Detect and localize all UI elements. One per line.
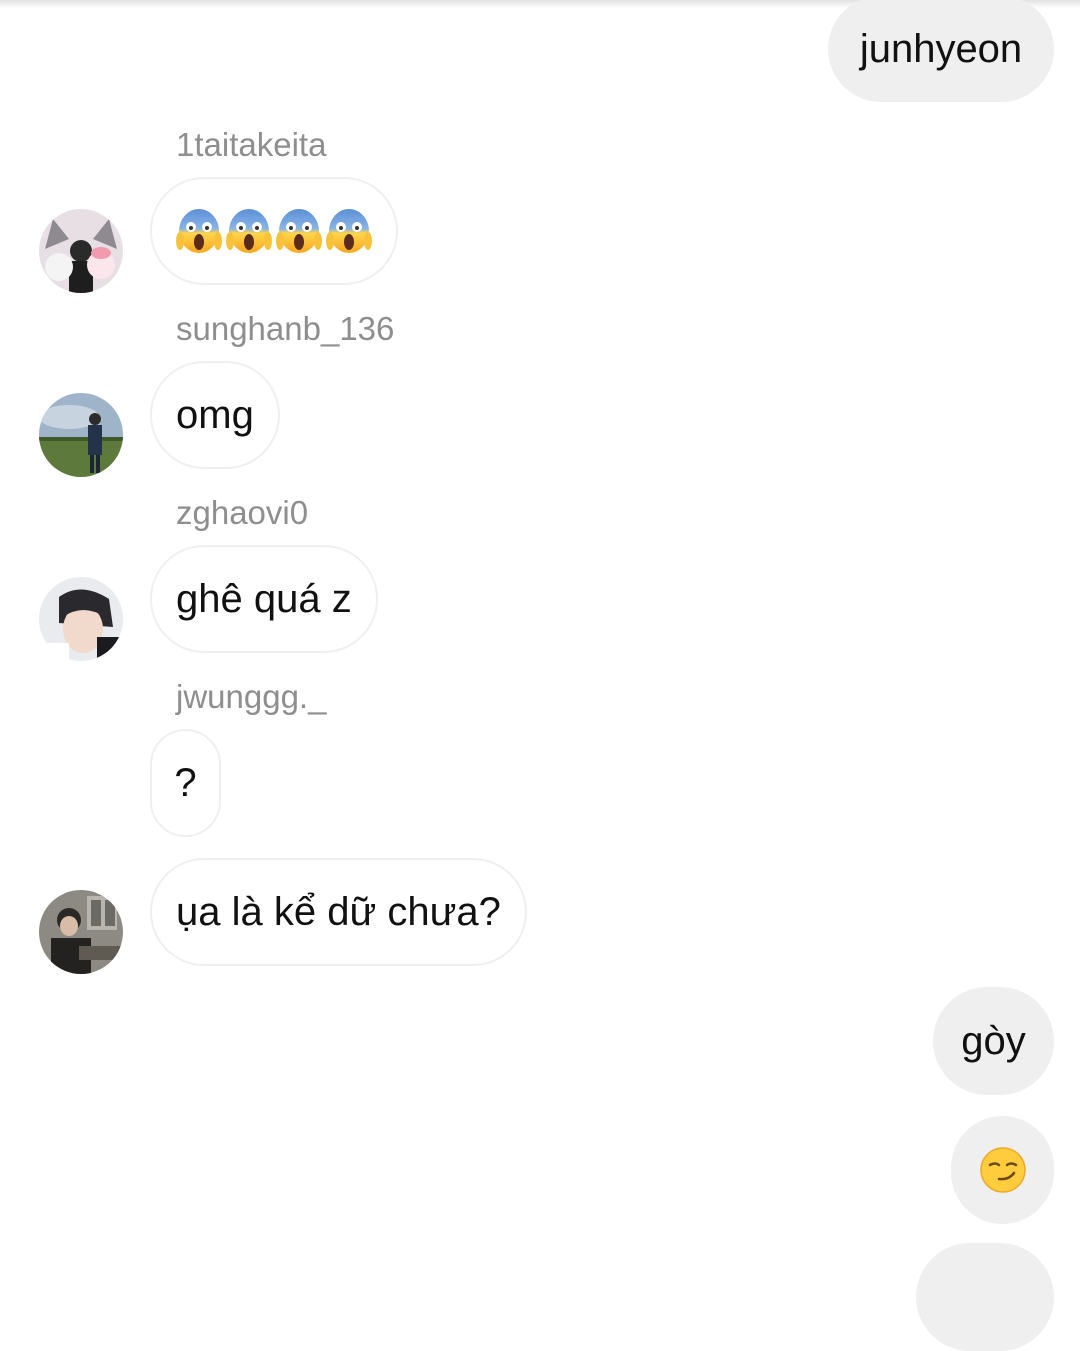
sender-name: zghaovi0 xyxy=(176,494,309,531)
face-screaming-in-fear-icon xyxy=(176,207,222,255)
incoming-message-bubble[interactable] xyxy=(150,177,398,285)
sender-name: 1taitakeita xyxy=(176,126,327,163)
avatar[interactable] xyxy=(39,577,123,661)
message-text: gòy xyxy=(961,1018,1026,1063)
incoming-message-bubble[interactable]: ghê quá z xyxy=(150,545,378,653)
outgoing-message-bubble[interactable]: gòy xyxy=(933,987,1054,1095)
sender-name: sunghanb_136 xyxy=(176,310,395,347)
incoming-message-bubble[interactable]: omg xyxy=(150,361,280,469)
emoji-message xyxy=(979,1146,1027,1194)
incoming-message-bubble[interactable]: ? xyxy=(150,729,221,837)
outgoing-message-bubble-partial[interactable] xyxy=(916,1243,1054,1351)
smirking-face-icon xyxy=(979,1146,1027,1194)
message-text: ? xyxy=(174,760,197,805)
face-screaming-in-fear-icon xyxy=(326,207,372,255)
message-text: omg xyxy=(176,392,254,437)
incoming-message-bubble[interactable]: ụa là kể dữ chưa? xyxy=(150,858,527,966)
message-text: junhyeon xyxy=(859,26,1023,71)
emoji-message xyxy=(176,207,372,255)
face-screaming-in-fear-icon xyxy=(226,207,272,255)
avatar[interactable] xyxy=(39,890,123,974)
message-thread[interactable]: junhyeon 1taitakeita sunghanb_136 omg zg… xyxy=(0,0,1080,1351)
message-text: ụa là kể dữ chưa? xyxy=(176,889,501,934)
avatar[interactable] xyxy=(39,393,123,477)
message-text: ghê quá z xyxy=(176,576,352,621)
face-screaming-in-fear-icon xyxy=(276,207,322,255)
outgoing-message-bubble[interactable]: junhyeon xyxy=(828,0,1054,102)
outgoing-message-bubble[interactable] xyxy=(951,1116,1054,1224)
avatar[interactable] xyxy=(39,209,123,293)
sender-name: jwunggg._ xyxy=(176,678,327,715)
